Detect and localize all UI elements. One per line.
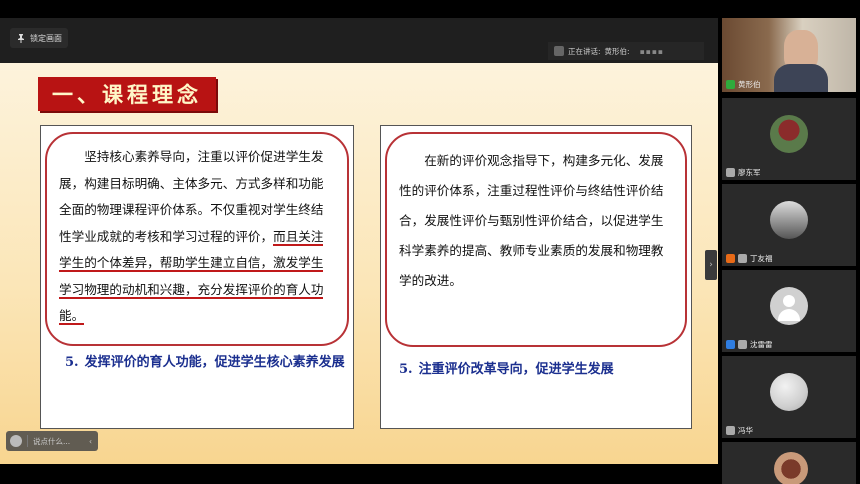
chat-placeholder: 说点什么... [33, 436, 71, 446]
participant-name: 沈雷雷 [750, 340, 773, 349]
participant-sidebar: 黄形伯 廖东军 丁友福 沈雷雷 冯华 [718, 18, 860, 484]
left-paragraph: 坚持核心素养导向，注重以评价促进学生发展，构建目标明确、主体多元、方式多样和功能… [59, 144, 335, 330]
default-avatar-icon [770, 287, 808, 325]
participant-name-row: 黄形伯 [726, 79, 761, 90]
participant-tile[interactable]: 冯华 [722, 356, 856, 438]
emoji-icon[interactable] [10, 435, 22, 447]
avatar [774, 452, 808, 484]
lock-screen-label: 锁定画面 [30, 33, 62, 43]
lock-screen-button[interactable]: 锁定画面 [10, 28, 68, 48]
avatar [770, 373, 808, 411]
mic-icon [726, 80, 735, 89]
participant-name: 黄形伯 [738, 80, 761, 89]
video-shoulders [774, 64, 828, 92]
avatar [770, 201, 808, 239]
shared-slide: 一、课程理念 坚持核心素养导向，注重以评价促进学生发展，构建目标明确、主体多元、… [0, 63, 718, 464]
participant-tile[interactable] [722, 442, 856, 484]
speaking-name: 黄形伯: [604, 46, 630, 56]
mic-muted-icon [738, 340, 747, 349]
left-subheading-text: 发挥评价的育人功能，促进学生核心素养发展 [84, 355, 345, 370]
participant-name: 冯华 [738, 426, 753, 435]
participant-tile[interactable]: 丁友福 [722, 184, 856, 266]
participant-tile[interactable]: 黄形伯 [722, 18, 856, 92]
right-subheading: 5. 注重评价改革导向，促进学生发展 [399, 355, 679, 385]
mic-muted-icon [738, 254, 747, 263]
right-subheading-text: 注重评价改革导向，促进学生发展 [418, 362, 614, 377]
participant-name-row: 廖东军 [726, 167, 761, 178]
user-icon [726, 340, 735, 349]
right-bubble: 在新的评价观念指导下，构建多元化、发展性的评价体系，注重过程性评价与终结性评价结… [385, 132, 687, 347]
mic-muted-icon [726, 168, 735, 177]
speaking-level: ▪▪▪▪ [639, 46, 664, 56]
host-icon [726, 254, 735, 263]
speaking-indicator: 正在讲话: 黄形伯: ▪▪▪▪ [548, 42, 704, 60]
avatar [770, 115, 808, 153]
chat-input[interactable]: 说点什么... ‹ [6, 431, 98, 451]
left-panel: 坚持核心素养导向，注重以评价促进学生发展，构建目标明确、主体多元、方式多样和功能… [40, 125, 354, 429]
expand-sidebar-button[interactable]: › [705, 250, 717, 280]
bottom-bar: 说点什么... ‹ [0, 430, 718, 452]
participant-name: 廖东军 [738, 168, 761, 177]
collapse-chevron-icon[interactable]: ‹ [89, 437, 92, 446]
mic-muted-icon [726, 426, 735, 435]
right-panel: 在新的评价观念指导下，构建多元化、发展性的评价体系，注重过程性评价与终结性评价结… [380, 125, 692, 429]
participant-tile[interactable]: 沈雷雷 [722, 270, 856, 352]
participant-name-row: 丁友福 [726, 253, 773, 264]
participant-tile[interactable]: 廖东军 [722, 98, 856, 180]
participant-name: 丁友福 [750, 254, 773, 263]
right-subheading-number: 5. [399, 362, 413, 377]
speaking-prefix: 正在讲话: [568, 46, 601, 56]
right-paragraph: 在新的评价观念指导下，构建多元化、发展性的评价体系，注重过程性评价与终结性评价结… [399, 153, 664, 288]
speaker-avatar [554, 46, 564, 56]
divider [27, 435, 28, 447]
pin-icon [18, 34, 24, 43]
left-bubble: 坚持核心素养导向，注重以评价促进学生发展，构建目标明确、主体多元、方式多样和功能… [45, 132, 349, 346]
left-subheading: 5. 发挥评价的育人功能，促进学生核心素养发展 [65, 348, 345, 378]
left-subheading-number: 5. [65, 355, 79, 370]
participant-name-row: 冯华 [726, 425, 753, 436]
participant-name-row: 沈雷雷 [726, 339, 773, 350]
slide-title: 一、课程理念 [38, 77, 216, 111]
